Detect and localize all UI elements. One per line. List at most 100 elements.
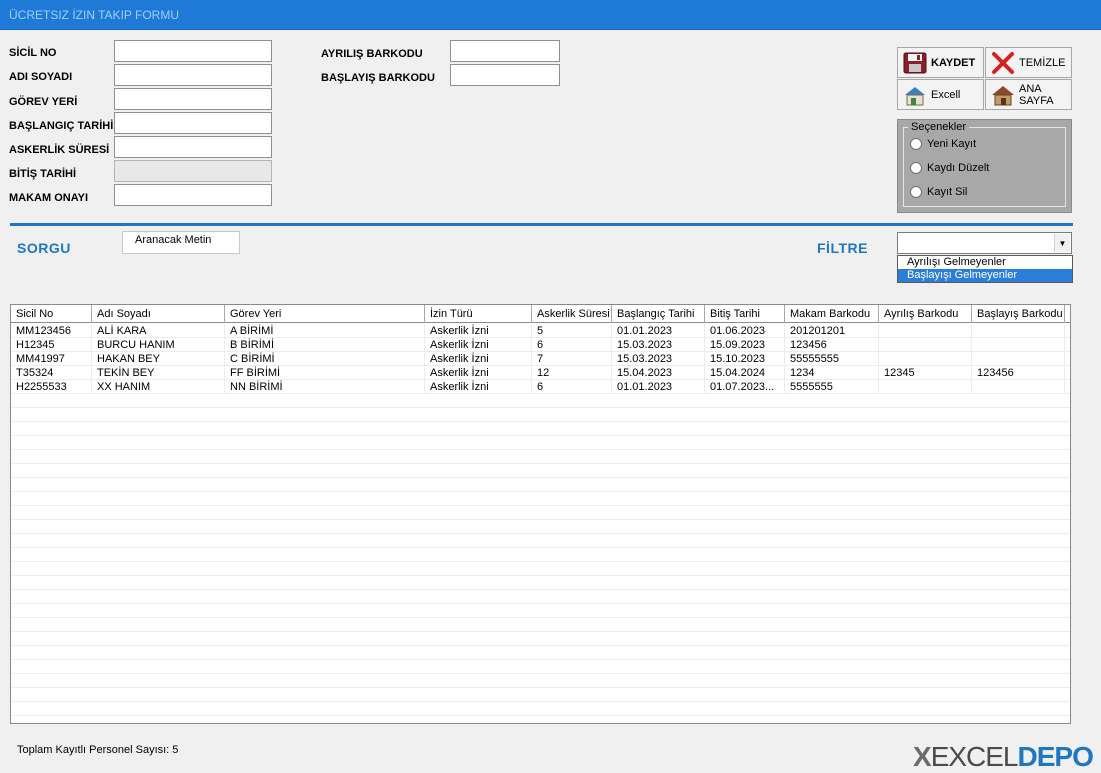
options-caption: Seçenekler xyxy=(908,121,970,133)
radio-button[interactable] xyxy=(910,162,922,174)
grid-cell: Askerlik İzni xyxy=(425,366,532,380)
grid-cell: 01.06.2023 xyxy=(705,324,785,338)
grid-cell xyxy=(972,338,1065,352)
table-row[interactable]: MM123456 ALİ KARA A BİRİMİ Askerlik İzni… xyxy=(11,324,1070,338)
table-row[interactable]: H2255533 XX HANIM NN BİRİMİ Askerlik İzn… xyxy=(11,380,1070,394)
home-icon xyxy=(990,83,1016,107)
radio-yeni-kayit[interactable]: Yeni Kayıt xyxy=(910,138,976,150)
personnel-grid[interactable]: Sicil No Adı Soyadı Görev Yeri İzin Türü… xyxy=(10,304,1071,724)
grid-cell: 12345 xyxy=(879,366,972,380)
grid-cell: ALİ KARA xyxy=(92,324,225,338)
excell-button[interactable]: Excell xyxy=(897,79,984,110)
grid-cell: C BİRİMİ xyxy=(225,352,425,366)
table-row[interactable]: T35324 TEKİN BEY FF BİRİMİ Askerlik İzni… xyxy=(11,366,1070,380)
table-row[interactable]: MM41997 HAKAN BEY C BİRİMİ Askerlik İzni… xyxy=(11,352,1070,366)
sicil-no-input[interactable] xyxy=(114,40,272,62)
baslayis-barkodu-input[interactable] xyxy=(450,64,560,86)
grid-cell xyxy=(879,338,972,352)
grid-cell: 123456 xyxy=(972,366,1065,380)
radio-kaydi-duzelt[interactable]: Kaydı Düzelt xyxy=(910,162,989,174)
grid-header-cell[interactable]: İzin Türü xyxy=(425,305,532,323)
grid-header-cell[interactable]: Ayrılış Barkodu xyxy=(879,305,972,323)
excel-export-icon xyxy=(902,83,928,107)
makam-onayi-label: MAKAM ONAYI xyxy=(9,192,89,204)
clear-x-icon xyxy=(990,51,1016,75)
grid-header-cell[interactable]: Başlangıç Tarihi xyxy=(612,305,705,323)
window-title-bar: ÜCRETSIZ İZIN TAKIP FORMU xyxy=(0,0,1101,30)
record-count-status: Toplam Kayıtlı Personel Sayısı: 5 xyxy=(17,744,179,756)
grid-cell: 1234 xyxy=(785,366,879,380)
filter-combo[interactable]: ▼ xyxy=(897,232,1072,254)
filter-dropdown-list: Ayrılışı Gelmeyenler Başlayışı Gelmeyenl… xyxy=(897,255,1073,283)
excell-button-label: Excell xyxy=(931,88,961,101)
grid-cell: NN BİRİMİ xyxy=(225,380,425,394)
grid-cell: 01.01.2023 xyxy=(612,380,705,394)
grid-header-cell[interactable]: Bitiş Tarihi xyxy=(705,305,785,323)
grid-header-cell[interactable]: Görev Yeri xyxy=(225,305,425,323)
radio-label: Kaydı Düzelt xyxy=(927,162,990,174)
radio-button[interactable] xyxy=(910,186,922,198)
grid-header-cell[interactable]: Başlayış Barkodu xyxy=(972,305,1065,323)
grid-cell xyxy=(879,324,972,338)
radio-button[interactable] xyxy=(910,138,922,150)
grid-cell: 15.10.2023 xyxy=(705,352,785,366)
grid-cell xyxy=(972,324,1065,338)
grid-cell: 55555555 xyxy=(785,352,879,366)
table-row[interactable]: H12345 BURCU HANIM B BİRİMİ Askerlik İzn… xyxy=(11,338,1070,352)
grid-cell: Askerlik İzni xyxy=(425,352,532,366)
grid-cell: MM123456 xyxy=(11,324,92,338)
grid-cell: 5 xyxy=(532,324,612,338)
radio-label: Yeni Kayıt xyxy=(927,138,977,150)
options-frame: Seçenekler Yeni Kayıt Kaydı Düzelt Kayıt… xyxy=(897,119,1072,213)
baslayis-barkodu-label: BAŞLAYIŞ BARKODU xyxy=(321,72,435,84)
grid-cell: 15.09.2023 xyxy=(705,338,785,352)
grid-cell: 5555555 xyxy=(785,380,879,394)
logo-x: X xyxy=(913,741,932,772)
grid-cell: 15.03.2023 xyxy=(612,338,705,352)
radio-label: Kayıt Sil xyxy=(927,186,968,198)
makam-onayi-input[interactable] xyxy=(114,184,272,206)
filter-option-ayrilisi[interactable]: Ayrılışı Gelmeyenler xyxy=(898,256,1072,269)
window-title: ÜCRETSIZ İZIN TAKIP FORMU xyxy=(9,8,180,22)
radio-kayit-sil[interactable]: Kayıt Sil xyxy=(910,186,967,198)
grid-cell: 7 xyxy=(532,352,612,366)
adi-soyadi-label: ADI SOYADI xyxy=(9,71,73,83)
grid-cell: 15.03.2023 xyxy=(612,352,705,366)
grid-cell: A BİRİMİ xyxy=(225,324,425,338)
grid-cell xyxy=(972,352,1065,366)
grid-header-cell[interactable]: Askerlik Süresi xyxy=(532,305,612,323)
grid-cell: BURCU HANIM xyxy=(92,338,225,352)
grid-cell: 01.07.2023... xyxy=(705,380,785,394)
temizle-button[interactable]: TEMİZLE xyxy=(985,47,1072,78)
adi-soyadi-input[interactable] xyxy=(114,64,272,86)
grid-cell: 15.04.2023 xyxy=(612,366,705,380)
ayrilis-barkodu-label: AYRILIŞ BARKODU xyxy=(321,48,423,60)
grid-cell: 6 xyxy=(532,380,612,394)
gorev-yeri-input[interactable] xyxy=(114,88,272,110)
ana-sayfa-button[interactable]: ANA SAYFA xyxy=(985,79,1072,110)
askerlik-suresi-label: ASKERLİK SÜRESİ xyxy=(9,144,110,156)
chevron-down-icon[interactable]: ▼ xyxy=(1054,234,1070,252)
grid-header-cell[interactable]: Adı Soyadı xyxy=(92,305,225,323)
kaydet-button[interactable]: KAYDET xyxy=(897,47,984,78)
ayrilis-barkodu-input[interactable] xyxy=(450,40,560,62)
grid-cell: HAKAN BEY xyxy=(92,352,225,366)
grid-cell: T35324 xyxy=(11,366,92,380)
grid-cell: FF BİRİMİ xyxy=(225,366,425,380)
kaydet-button-label: KAYDET xyxy=(931,56,976,69)
grid-cell: Askerlik İzni xyxy=(425,324,532,338)
grid-header-cell[interactable]: Sicil No xyxy=(11,305,92,323)
baslangic-tarihi-input[interactable] xyxy=(114,112,272,134)
filter-option-baslayisi[interactable]: Başlayışı Gelmeyenler xyxy=(898,269,1072,282)
baslangic-tarihi-label: BAŞLANGIÇ TARİHİ xyxy=(9,120,114,132)
section-divider xyxy=(10,223,1073,226)
askerlik-suresi-input[interactable] xyxy=(114,136,272,158)
grid-cell: 6 xyxy=(532,338,612,352)
search-input[interactable]: Aranacak Metin xyxy=(122,231,240,254)
grid-header-cell[interactable]: Makam Barkodu xyxy=(785,305,879,323)
grid-cell: Askerlik İzni xyxy=(425,380,532,394)
grid-cell: 123456 xyxy=(785,338,879,352)
sicil-no-label: SİCİL NO xyxy=(9,47,57,59)
bitis-tarihi-input xyxy=(114,160,272,182)
grid-cell: Askerlik İzni xyxy=(425,338,532,352)
